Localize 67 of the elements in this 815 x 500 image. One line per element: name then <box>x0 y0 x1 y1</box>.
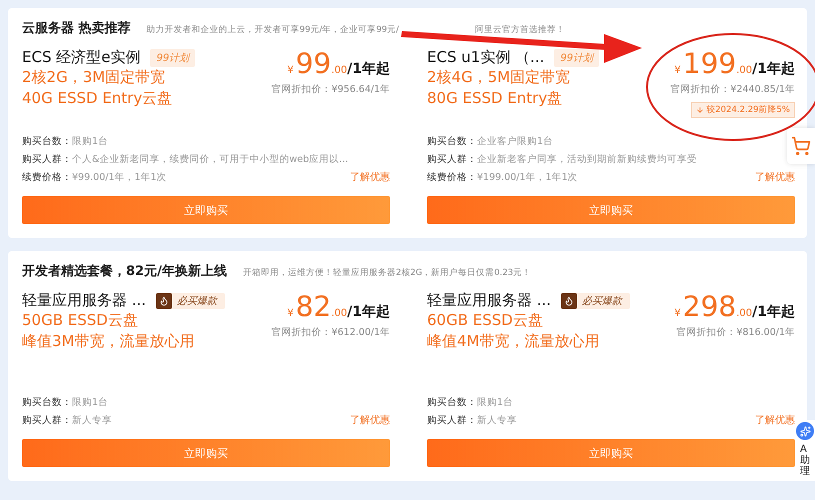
section-title: 云服务器 热卖推荐 <box>22 20 131 37</box>
price-integer: 298 <box>682 291 736 323</box>
section-subtitle: 开箱即用，运维方便！轻量应用服务器2核2G，新用户每日仅需0.23元！ <box>242 267 532 279</box>
product-name: ECS 经济型e实例 <box>22 48 140 67</box>
product-spec: 峰值4M带宽，流量放心用 <box>427 331 600 352</box>
price-integer: 99 <box>296 48 332 80</box>
list-price: 官网折扣价：¥956.64/1年 <box>271 83 390 96</box>
buy-button[interactable]: 立即购买 <box>22 196 390 224</box>
purchase-detail: 购买人群：新人专享 <box>22 414 112 427</box>
offer-link[interactable]: 了解优惠 <box>755 413 795 427</box>
purchase-detail: 续费价格：¥199.00/1年，1年1次 <box>427 171 579 184</box>
buy-button[interactable]: 立即购买 <box>427 439 795 467</box>
purchase-detail: 购买台数：限购1台 <box>427 396 514 409</box>
price-unit: /1年起 <box>752 60 795 78</box>
down-arrow-icon <box>696 106 704 114</box>
purchase-detail: 购买人群：企业新老客户同享，活动到期前新购续费均可享受 <box>427 153 697 166</box>
list-price: 官网折扣价：¥816.00/1年 <box>676 326 795 339</box>
purchase-detail: 购买台数：限购1台 <box>22 135 110 148</box>
purchase-detail: 购买人群：新人专享 <box>427 414 517 427</box>
offer-link[interactable]: 了解优惠 <box>350 170 390 184</box>
purchase-detail: 购买台数：企业客户限购1台 <box>427 135 554 148</box>
flame-icon <box>561 292 578 308</box>
product-spec: 80G ESSD Entry盘 <box>427 88 564 109</box>
price-decimals: .00 <box>331 65 348 76</box>
assistant-label: A助理 <box>800 444 810 477</box>
product-spec: 60GB ESSD云盘 <box>427 310 544 331</box>
purchase-detail: 购买人群：个人&企业新老同享，续费同价，可用于中小型的web应用以... <box>22 153 348 166</box>
price-integer: 199 <box>682 48 736 80</box>
currency-symbol: ¥ <box>674 308 681 319</box>
section-title: 开发者精选套餐，82元/年换新上线 <box>22 262 227 280</box>
price-decimals: .00 <box>736 65 752 76</box>
price-unit: /1年起 <box>347 303 390 321</box>
product-spec: 峰值3M带宽，流量放心用 <box>22 331 196 352</box>
product-spec: 2核2G，3M固定带宽 <box>22 67 166 88</box>
product-tag: 必买爆款 <box>156 292 226 308</box>
product-name: ECS u1实例 （... <box>427 48 544 67</box>
offer-link[interactable]: 了解优惠 <box>755 170 795 184</box>
offer-link[interactable]: 了解优惠 <box>350 413 390 427</box>
currency-symbol: ¥ <box>287 65 294 76</box>
product-name: 轻量应用服务器 ... <box>22 291 146 310</box>
list-price: 官网折扣价：¥2440.85/1年 <box>670 83 795 96</box>
price-unit: /1年起 <box>752 303 795 321</box>
product-tag: 必买爆款 <box>561 292 630 308</box>
assistant-widget[interactable]: A助理 <box>795 420 815 481</box>
currency-symbol: ¥ <box>674 65 681 76</box>
product-spec: 50GB ESSD云盘 <box>22 310 139 331</box>
buy-button[interactable]: 立即购买 <box>427 196 795 224</box>
price-integer: 82 <box>296 291 332 323</box>
price-unit: /1年起 <box>347 60 390 78</box>
discount-note: 较2024.2.29前降5% <box>691 102 795 118</box>
price-decimals: .00 <box>736 308 752 319</box>
purchase-detail: 购买台数：限购1台 <box>22 396 110 409</box>
section-subtitle: 阿里云官方首选推荐！ <box>474 24 565 36</box>
product-spec: 2核4G，5M固定带宽 <box>427 67 572 88</box>
product-name: 轻量应用服务器 ... <box>427 291 552 310</box>
cart-button[interactable] <box>787 128 815 164</box>
purchase-detail: 续费价格：¥99.00/1年，1年1次 <box>22 171 168 184</box>
buy-button[interactable]: 立即购买 <box>22 439 390 467</box>
section-subtitle: 助力开发者和企业的上云，开发者可享99元/年，企业可享99元/ <box>146 24 399 36</box>
list-price: 官网折扣价：¥612.00/1年 <box>271 326 390 339</box>
cart-icon <box>791 136 811 156</box>
product-tag: 99计划 <box>150 48 196 66</box>
currency-symbol: ¥ <box>287 308 294 319</box>
product-tag: 99计划 <box>554 48 600 66</box>
flame-icon <box>156 292 172 308</box>
product-spec: 40G ESSD Entry云盘 <box>22 88 174 109</box>
price-decimals: .00 <box>331 308 348 319</box>
